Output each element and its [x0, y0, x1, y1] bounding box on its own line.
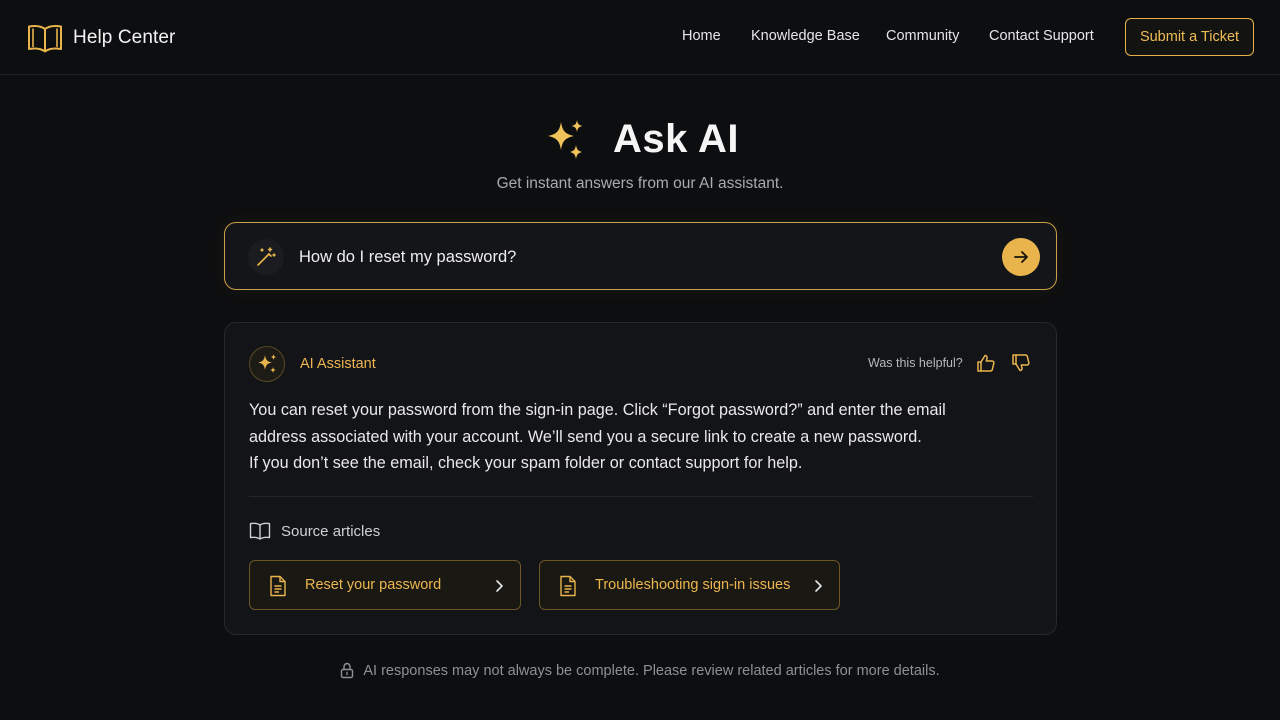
- source-article-troubleshooting-sign-in[interactable]: Troubleshooting sign-in issues: [539, 560, 840, 610]
- lock-icon: [341, 662, 354, 679]
- ask-ai-input[interactable]: [299, 243, 979, 271]
- page-subtitle: Get instant answers from our AI assistan…: [496, 175, 784, 192]
- nav-link-home[interactable]: Home: [682, 28, 721, 44]
- ai-disclaimer: AI responses may not always be complete.…: [0, 662, 1280, 679]
- source-articles-header: Source articles: [249, 521, 380, 541]
- source-articles-label: Source articles: [281, 522, 381, 540]
- help-center-page: Help Center Home Knowledge Base Communit…: [0, 0, 1280, 720]
- nav-link-knowledge-base[interactable]: Knowledge Base: [751, 28, 860, 44]
- chevron-right-icon: [815, 580, 822, 592]
- top-navigation-bar: Help Center Home Knowledge Base Communit…: [0, 0, 1280, 75]
- nav-link-community[interactable]: Community: [886, 28, 959, 44]
- brand[interactable]: Help Center: [27, 22, 175, 54]
- divider: [249, 496, 1033, 497]
- hero-heading: Ask AI: [0, 112, 1280, 166]
- ask-ai-search-bar: [224, 222, 1057, 290]
- nav-link-contact-support[interactable]: Contact Support: [989, 28, 1094, 44]
- arrow-right-icon: [1014, 251, 1028, 263]
- source-article-title: Reset your password: [305, 577, 442, 593]
- assistant-name: AI Assistant: [300, 356, 376, 372]
- open-book-icon: [28, 25, 62, 53]
- send-question-button[interactable]: [1002, 238, 1040, 276]
- submit-ticket-button[interactable]: Submit a Ticket: [1125, 18, 1254, 56]
- magic-wand-icon: [248, 239, 284, 275]
- thumbs-down-icon[interactable]: [1010, 352, 1032, 374]
- answer-line: address associated with your account. We…: [249, 427, 922, 446]
- source-article-title: Troubleshooting sign-in issues: [595, 577, 791, 593]
- chevron-right-icon: [496, 580, 503, 592]
- ai-answer-card: AI Assistant Was this helpful? You can r…: [224, 322, 1057, 635]
- page-title: Ask AI: [612, 116, 739, 161]
- assistant-avatar: [249, 346, 285, 382]
- feedback-prompt: Was this helpful?: [868, 356, 963, 370]
- disclaimer-text: AI responses may not always be complete.…: [363, 662, 940, 679]
- brand-title: Help Center: [73, 27, 176, 48]
- ai-answer-text: You can reset your password from the sig…: [249, 397, 1029, 477]
- document-icon: [560, 575, 576, 597]
- open-book-icon: [249, 522, 271, 540]
- sparkles-icon: [547, 120, 583, 159]
- answer-line: If you don’t see the email, check your s…: [249, 454, 803, 472]
- sparkles-icon: [258, 354, 277, 373]
- document-icon: [270, 575, 286, 597]
- answer-line: You can reset your password from the sig…: [249, 401, 946, 419]
- thumbs-up-icon[interactable]: [975, 352, 997, 374]
- source-article-reset-password[interactable]: Reset your password: [249, 560, 521, 610]
